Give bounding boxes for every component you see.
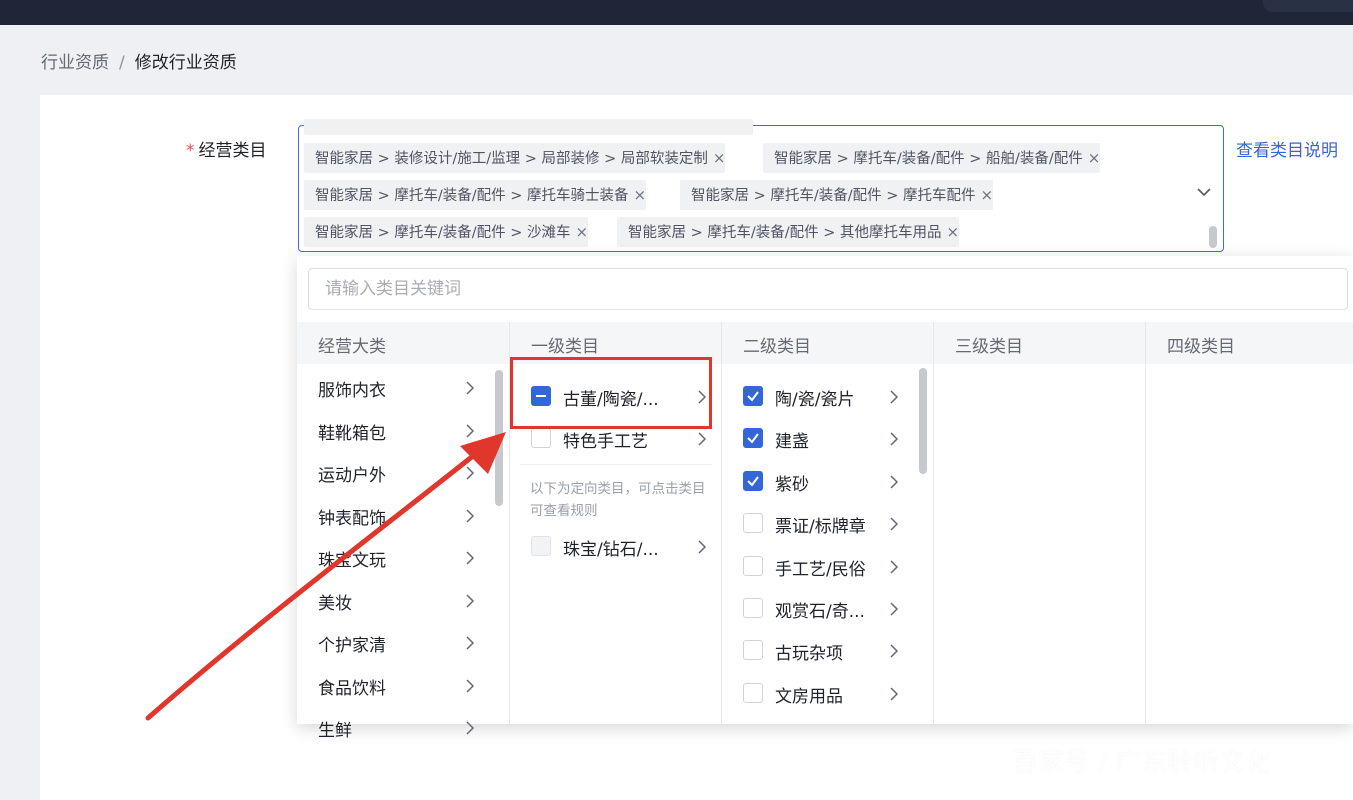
chevron-down-icon[interactable]	[1195, 183, 1213, 201]
column-divider	[721, 322, 722, 724]
chevron-right-icon[interactable]	[696, 432, 708, 446]
chevron-right-icon[interactable]	[888, 432, 900, 446]
level2-checkbox[interactable]	[743, 386, 763, 406]
level2-checkbox[interactable]	[743, 513, 763, 534]
breadcrumb-parent[interactable]: 行业资质	[41, 53, 109, 73]
level2-checkbox[interactable]	[743, 682, 763, 703]
major-category-item[interactable]: 珠宝文玩	[318, 546, 386, 571]
level2-checkbox[interactable]	[743, 598, 763, 618]
tag-close-icon[interactable]: ×	[1088, 149, 1101, 167]
selected-tag-label: 智能家居 > 摩托车/装备/配件 > 船舶/装备/配件	[774, 151, 1083, 167]
selected-tag-clipped	[304, 119, 753, 135]
selected-tag: 智能家居 > 摩托车/装备/配件 > 摩托车骑士装备 ×	[304, 180, 647, 210]
selected-tag: 智能家居 > 摩托车/装备/配件 > 船舶/装备/配件 ×	[763, 143, 1101, 173]
column-header-major: 经营大类	[318, 337, 386, 357]
column-header-level1: 一级类目	[531, 337, 599, 357]
level2-checkbox[interactable]	[743, 555, 763, 576]
chevron-right-icon[interactable]	[464, 381, 476, 395]
major-category-item[interactable]: 生鲜	[318, 716, 352, 741]
breadcrumb-separator: /	[119, 53, 125, 73]
view-category-info-link[interactable]: 查看类目说明	[1236, 136, 1338, 161]
level1-directed-checkbox	[531, 536, 551, 556]
tag-close-icon[interactable]: ×	[981, 186, 994, 204]
chevron-right-icon[interactable]	[888, 644, 900, 658]
category-search-input[interactable]: 请输入类目关键词	[308, 268, 1348, 310]
level2-item-label[interactable]: 手工艺/民俗	[775, 555, 866, 580]
level2-list-scrollbar[interactable]	[919, 368, 927, 474]
major-category-item[interactable]: 钟表配饰	[318, 504, 386, 529]
chevron-right-icon[interactable]	[464, 593, 476, 608]
major-category-item[interactable]: 个护家清	[318, 631, 386, 656]
level2-checkbox[interactable]	[743, 470, 763, 491]
column-header-level2: 二级类目	[743, 337, 811, 357]
selected-tag-label: 智能家居 > 摩托车/装备/配件 > 摩托车骑士装备	[315, 188, 629, 204]
watermark-text: 百家号 / 广东聆听文化	[1012, 748, 1272, 778]
selected-tag: 智能家居 > 摩托车/装备/配件 > 沙滩车 ×	[304, 217, 589, 247]
level2-item-label[interactable]: 建盏	[775, 427, 809, 452]
major-category-item[interactable]: 食品饮料	[318, 674, 386, 699]
column-divider	[933, 322, 934, 724]
chevron-right-icon[interactable]	[464, 423, 476, 438]
category-label-text: 经营类目	[198, 141, 267, 161]
chevron-right-icon[interactable]	[464, 508, 476, 523]
chevron-right-icon[interactable]	[888, 517, 900, 531]
selected-tag-label: 智能家居 > 装修设计/施工/监理 > 局部装修 > 局部软装定制	[315, 151, 708, 167]
tag-close-icon[interactable]: ×	[713, 149, 726, 167]
major-category-item[interactable]: 服饰内衣	[318, 376, 386, 401]
tag-close-icon[interactable]: ×	[947, 223, 960, 241]
breadcrumb-current: 修改行业资质	[134, 53, 237, 73]
select-scrollbar[interactable]	[1209, 226, 1217, 248]
selected-tag-label: 智能家居 > 摩托车/装备/配件 > 摩托车配件	[691, 188, 976, 204]
level2-item-label[interactable]: 文房用品	[775, 682, 843, 707]
major-category-item[interactable]: 运动户外	[318, 461, 386, 486]
selected-tag: 智能家居 > 摩托车/装备/配件 > 摩托车配件 ×	[680, 180, 994, 210]
level2-item-label[interactable]: 古玩杂项	[775, 639, 843, 664]
major-category-item[interactable]: 鞋靴箱包	[318, 419, 386, 444]
breadcrumb: 行业资质 / 修改行业资质	[41, 48, 237, 73]
top-nav-bar	[0, 0, 1353, 25]
directed-category-hint: 以下为定向类目，可点击类目可查看规则	[530, 481, 706, 519]
required-mark: *	[186, 141, 195, 161]
top-nav-user-pill[interactable]	[1263, 0, 1353, 12]
level2-item-label[interactable]: 陶/瓷/瓷片	[775, 385, 854, 410]
directed-divider	[520, 464, 712, 465]
selected-tag-label: 智能家居 > 摩托车/装备/配件 > 其他摩托车用品	[628, 225, 942, 241]
chevron-right-icon[interactable]	[464, 636, 476, 650]
chevron-right-icon[interactable]	[888, 602, 900, 616]
chevron-right-icon[interactable]	[464, 466, 476, 480]
chevron-right-icon[interactable]	[888, 560, 900, 574]
level2-checkbox[interactable]	[743, 428, 763, 449]
column-header-level3: 三级类目	[955, 337, 1023, 357]
category-field-label: * 经营类目	[186, 136, 267, 161]
level2-checkbox[interactable]	[743, 640, 763, 661]
chevron-right-icon[interactable]	[464, 721, 476, 735]
chevron-right-icon[interactable]	[888, 390, 900, 404]
level1-checkbox[interactable]	[531, 428, 551, 448]
chevron-right-icon[interactable]	[888, 687, 900, 701]
annotation-highlight-box	[510, 357, 712, 429]
level2-item-label[interactable]: 票证/标牌章	[775, 512, 866, 537]
chevron-right-icon[interactable]	[464, 551, 476, 565]
selected-tag: 智能家居 > 装修设计/施工/监理 > 局部装修 > 局部软装定制 ×	[304, 143, 726, 173]
major-category-item[interactable]: 美妆	[318, 589, 352, 614]
column-divider	[1145, 322, 1146, 724]
chevron-right-icon[interactable]	[464, 678, 476, 693]
level1-item-label[interactable]: 特色手工艺	[563, 427, 648, 452]
tag-close-icon[interactable]: ×	[576, 223, 589, 241]
selected-tag: 智能家居 > 摩托车/装备/配件 > 其他摩托车用品 ×	[617, 217, 960, 247]
level2-item-label[interactable]: 紫砂	[775, 470, 809, 495]
selected-tag-label: 智能家居 > 摩托车/装备/配件 > 沙滩车	[315, 225, 571, 241]
level2-item-label[interactable]: 观赏石/奇...	[775, 597, 865, 622]
chevron-right-icon[interactable]	[888, 475, 900, 489]
chevron-right-icon[interactable]	[696, 540, 708, 554]
column-header-level4: 四级类目	[1167, 337, 1235, 357]
major-list-scrollbar[interactable]	[495, 370, 503, 506]
level1-directed-item-label[interactable]: 珠宝/钻石/...	[563, 535, 659, 560]
tag-close-icon[interactable]: ×	[634, 186, 647, 204]
